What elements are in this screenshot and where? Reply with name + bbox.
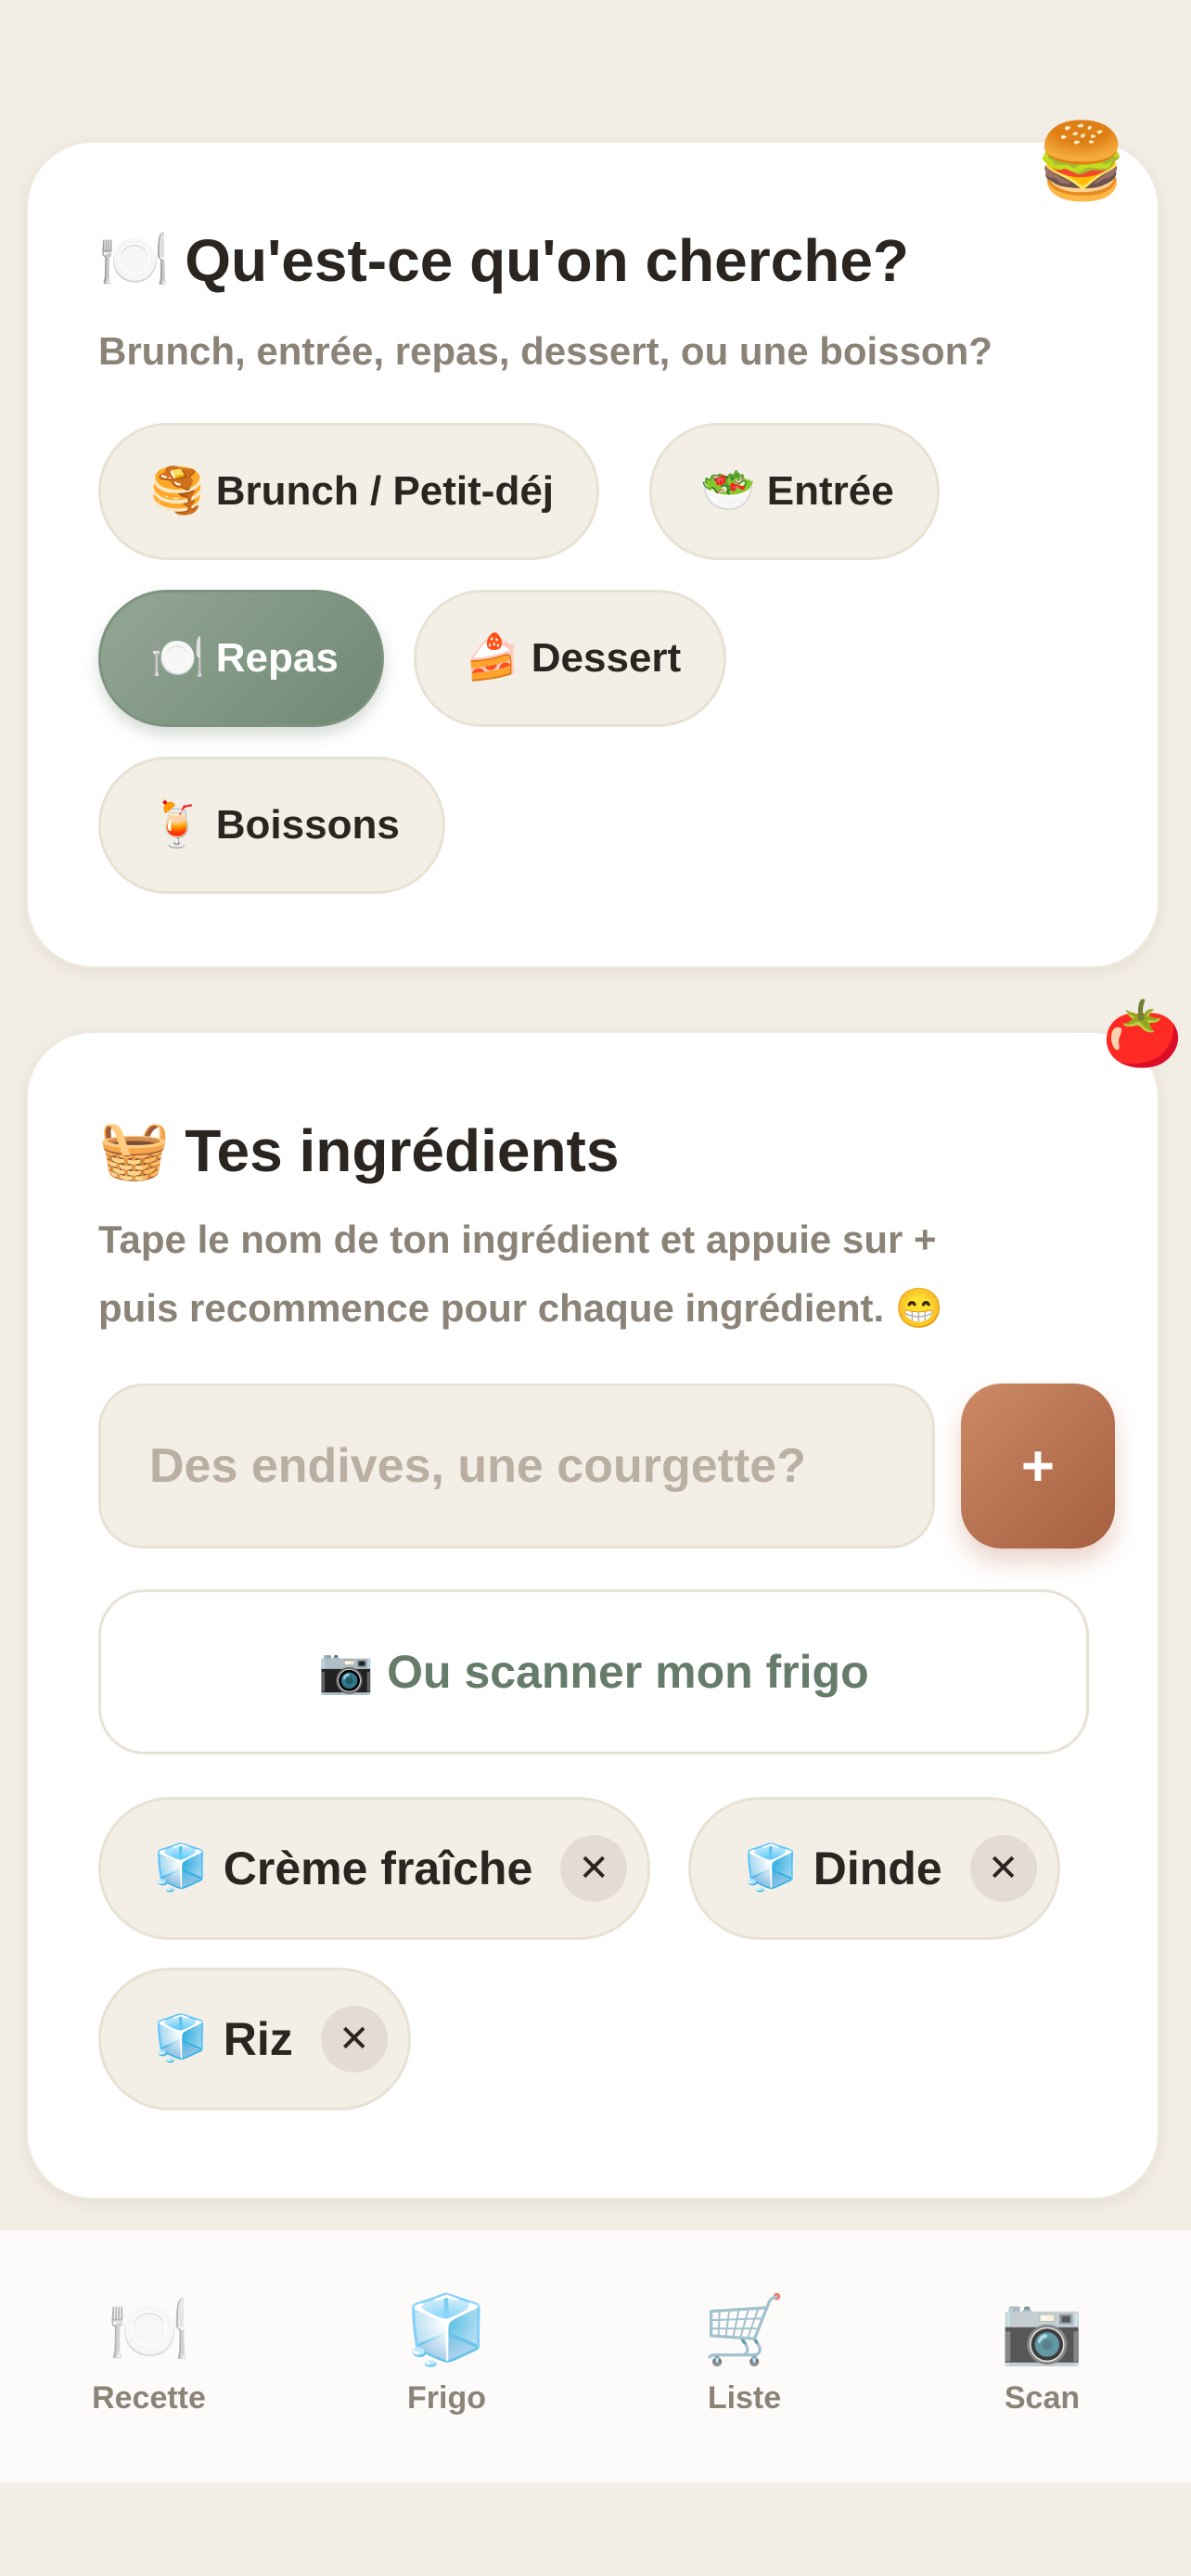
- scan-fridge-label: Ou scanner mon frigo: [387, 1646, 869, 1698]
- meal-type-title: 🍽️ Qu'est-ce qu'on cherche?: [98, 226, 909, 295]
- ingredient-label: Dinde: [813, 1843, 942, 1894]
- camera-icon: 📷: [318, 1647, 375, 1696]
- ingredient-input[interactable]: Des endives, une courgette?: [98, 1384, 935, 1549]
- add-ingredient-button[interactable]: +: [961, 1384, 1115, 1549]
- chip-label: Repas: [215, 635, 339, 681]
- cocktail-icon: 🍹: [149, 800, 205, 849]
- ice-cube-icon: 🧊: [153, 2014, 209, 2063]
- ingredient-chip: 🧊 Dinde ✕: [688, 1797, 1060, 1940]
- pancakes-icon: 🥞: [149, 466, 205, 516]
- ingredient-label: Crème fraîche: [223, 1843, 533, 1894]
- chip-label: Brunch / Petit-déj: [215, 468, 555, 514]
- tab-scan[interactable]: 📷 Scan: [893, 2230, 1191, 2482]
- camera-icon: 📷: [1000, 2292, 1084, 2367]
- ingredients-title-text: Tes ingrédients: [185, 1117, 620, 1184]
- tab-frigo[interactable]: 🧊 Frigo: [298, 2230, 596, 2482]
- plate-icon: 🍽️: [107, 2292, 191, 2367]
- chip-boissons[interactable]: 🍹 Boissons: [98, 757, 445, 894]
- ice-cube-icon: 🧊: [743, 1843, 799, 1893]
- remove-ingredient-button[interactable]: ✕: [969, 1835, 1037, 1902]
- ingredient-chip: 🧊 Riz ✕: [98, 1968, 411, 2111]
- shopping-cart-icon: 🛒: [702, 2292, 787, 2367]
- subtitle-line-1: Tape le nom de ton ingrédient et appuie …: [98, 1218, 937, 1261]
- salad-icon: 🥗: [700, 466, 756, 516]
- ingredient-label: Riz: [223, 2013, 293, 2065]
- plate-icon: 🍽️: [98, 228, 171, 292]
- chip-label: Boissons: [215, 802, 400, 848]
- burger-icon: 🍔: [1035, 120, 1128, 202]
- bottom-tab-bar: 🍽️ Recette 🧊 Frigo 🛒 Liste 📷 Scan: [0, 2229, 1191, 2482]
- chip-label: Entrée: [766, 468, 894, 514]
- basket-icon: 🧺: [98, 1118, 171, 1182]
- tab-label: Frigo: [407, 2379, 486, 2416]
- tab-liste[interactable]: 🛒 Liste: [596, 2230, 893, 2482]
- remove-ingredient-button[interactable]: ✕: [560, 1835, 628, 1902]
- tab-label: Recette: [92, 2379, 206, 2416]
- plate-icon: 🍽️: [149, 633, 205, 682]
- chip-entree[interactable]: 🥗 Entrée: [649, 423, 940, 560]
- tab-label: Liste: [707, 2379, 782, 2416]
- chip-repas[interactable]: 🍽️ Repas: [98, 590, 384, 727]
- scan-fridge-button[interactable]: 📷 Ou scanner mon frigo: [98, 1589, 1089, 1754]
- chip-brunch[interactable]: 🥞 Brunch / Petit-déj: [98, 423, 600, 560]
- tomato-icon: 🍅: [1102, 998, 1184, 1070]
- ice-cube-icon: 🧊: [153, 1843, 209, 1893]
- ice-cube-icon: 🧊: [404, 2292, 489, 2367]
- meal-type-subtitle: Brunch, entrée, repas, dessert, ou une b…: [98, 329, 992, 373]
- tab-label: Scan: [1004, 2379, 1081, 2416]
- remove-ingredient-button[interactable]: ✕: [320, 2006, 388, 2072]
- ingredients-card: 🍅 🧺 Tes ingrédients Tape le nom de ton i…: [26, 1001, 1183, 2200]
- meal-type-card: 🍔 🍽️ Qu'est-ce qu'on cherche? Brunch, en…: [26, 124, 1159, 968]
- chip-dessert[interactable]: 🍰 Dessert: [414, 590, 727, 727]
- ingredients-subtitle: Tape le nom de ton ingrédient et appuie …: [98, 1205, 943, 1343]
- subtitle-line-2: puis recommence pour chaque ingrédient. …: [98, 1286, 944, 1330]
- cake-icon: 🍰: [465, 633, 520, 682]
- ingredient-chip: 🧊 Crème fraîche ✕: [98, 1797, 651, 1940]
- ingredients-title: 🧺 Tes ingrédients: [98, 1116, 619, 1185]
- chip-label: Dessert: [531, 635, 682, 681]
- meal-type-title-text: Qu'est-ce qu'on cherche?: [185, 227, 910, 294]
- tab-recette[interactable]: 🍽️ Recette: [0, 2230, 298, 2482]
